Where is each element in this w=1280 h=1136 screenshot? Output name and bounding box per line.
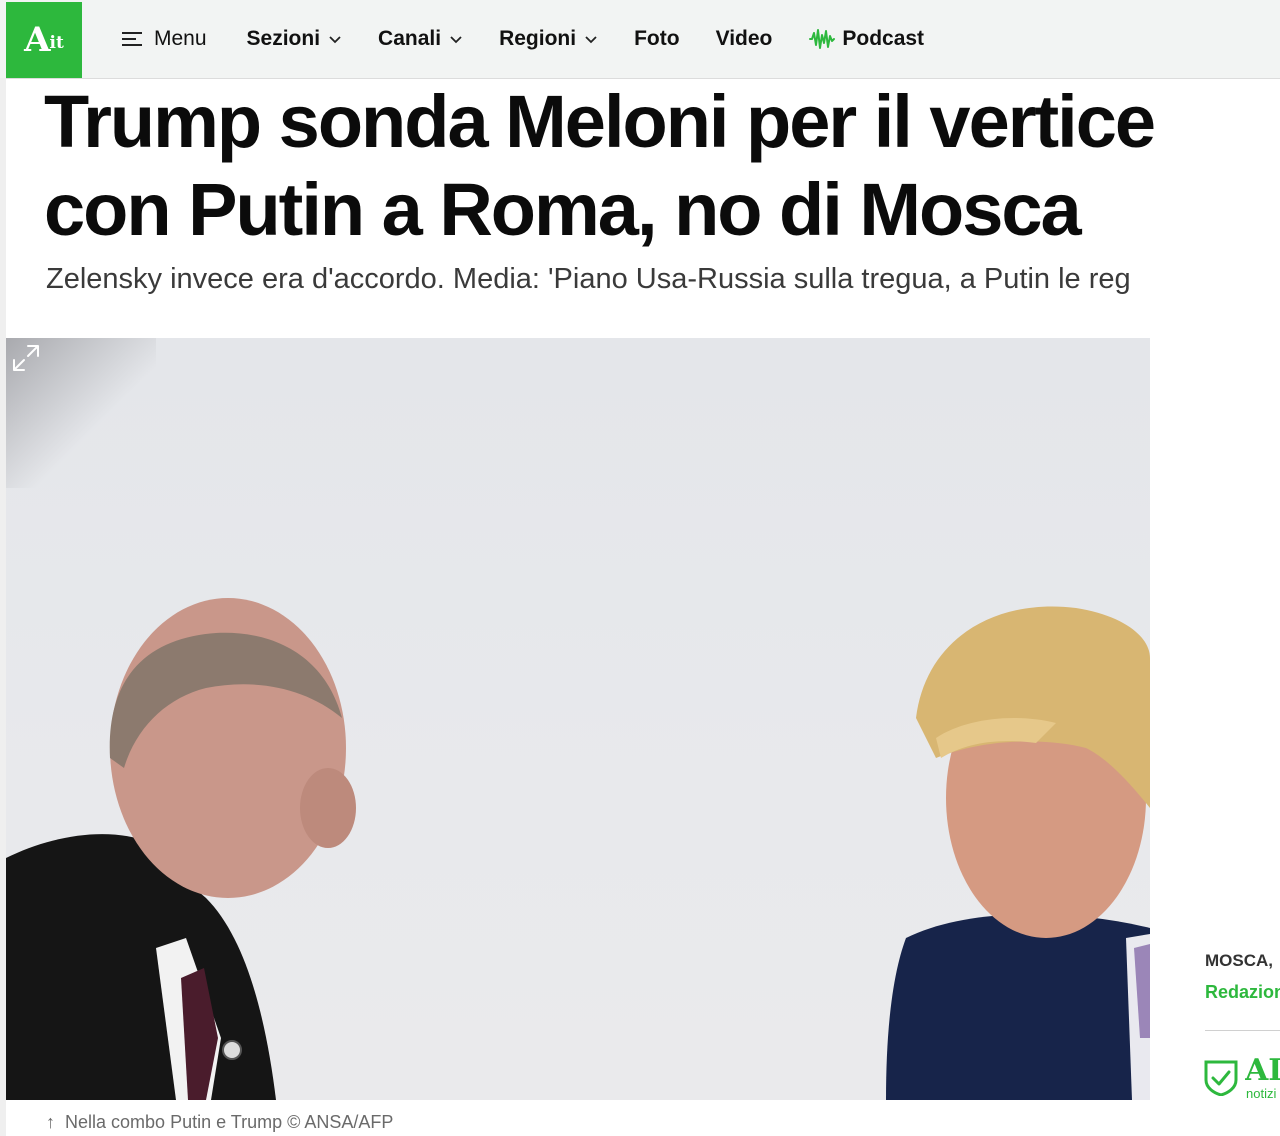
- menu-label: Menu: [154, 27, 207, 50]
- headline-line-2: con Putin a Roma, no di Mosca: [44, 168, 1082, 251]
- nav-item-regioni[interactable]: Regioni: [499, 27, 598, 51]
- arrow-up-icon: ↑: [46, 1112, 55, 1132]
- badge-subtitle: notizi: [1246, 1086, 1277, 1101]
- nav-item-canali[interactable]: Canali: [378, 27, 463, 51]
- headline-line-1: Trump sonda Meloni per il vertice: [44, 80, 1156, 163]
- nav-item-sezioni[interactable]: Sezioni: [247, 27, 343, 51]
- top-navigation-bar: Ait Menu Sezioni Canali Regioni Foto Vid…: [0, 0, 1280, 79]
- nav-item-label: Podcast: [842, 27, 925, 50]
- nav-item-label: Regioni: [499, 27, 577, 50]
- logo-suffix: it: [49, 33, 64, 53]
- badge-title: AI: [1245, 1054, 1280, 1088]
- nav-item-label: Foto: [634, 27, 680, 50]
- chevron-down-icon: [329, 36, 341, 44]
- article-subtitle: Zelensky invece era d'accordo. Media: 'P…: [46, 263, 1131, 295]
- soundwave-icon: [809, 29, 836, 49]
- logo-letter: A: [24, 20, 50, 60]
- nav-item-foto[interactable]: Foto: [634, 27, 679, 51]
- article-dateline: MOSCA,: [1205, 951, 1273, 970]
- nav-item-label: Sezioni: [246, 27, 321, 50]
- menu-button[interactable]: Menu: [122, 27, 207, 51]
- chevron-down-icon: [450, 36, 462, 44]
- hamburger-icon: [122, 31, 142, 47]
- article-photo[interactable]: [6, 338, 1150, 1100]
- nav-item-label: Canali: [378, 27, 442, 50]
- main-nav: Menu Sezioni Canali Regioni Foto Video P…: [122, 0, 960, 78]
- side-divider: [1205, 1030, 1280, 1031]
- expand-icon[interactable]: [6, 338, 46, 378]
- nav-item-video[interactable]: Video: [716, 27, 773, 51]
- photo-illustration: [6, 598, 1150, 1100]
- shield-check-icon: [1204, 1060, 1238, 1096]
- site-logo[interactable]: Ait: [6, 2, 82, 78]
- article-author-link[interactable]: Redazion: [1205, 982, 1280, 1003]
- caption-text: Nella combo Putin e Trump © ANSA/AFP: [65, 1112, 394, 1132]
- chevron-down-icon: [585, 36, 597, 44]
- photo-caption: ↑ Nella combo Putin e Trump © ANSA/AFP: [46, 1112, 393, 1133]
- nav-item-podcast[interactable]: Podcast: [808, 27, 924, 51]
- nav-item-label: Video: [715, 27, 773, 50]
- article-headline: Trump sonda Meloni per il vertice con Pu…: [44, 78, 1280, 254]
